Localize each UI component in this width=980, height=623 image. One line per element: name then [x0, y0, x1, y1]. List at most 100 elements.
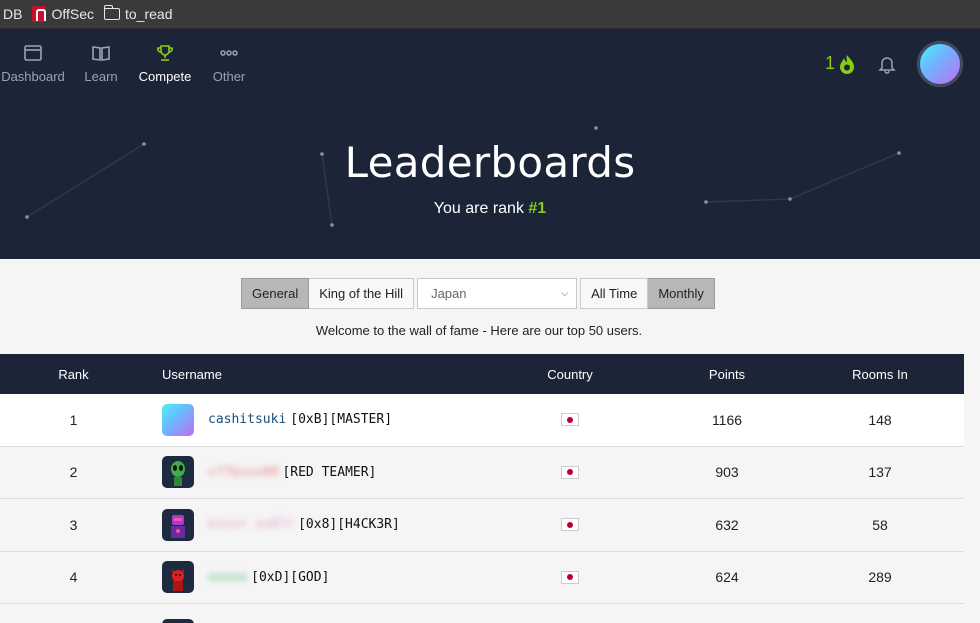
period-toggle: All Time Monthly [580, 278, 715, 309]
nav-label: Dashboard [1, 69, 65, 84]
streak-count: 1 [824, 53, 835, 73]
rank-value: #1 [528, 200, 547, 217]
username-text: cf7bxxx00 [208, 464, 279, 480]
header-rooms: Rooms In [852, 366, 908, 382]
alien-avatar-icon [171, 461, 185, 487]
username[interactable]: xxxxx [0xD][GOD] [208, 570, 329, 585]
japan-flag-icon [561, 570, 579, 584]
country-select-value: Japan [431, 286, 467, 301]
nav-label: Learn [84, 69, 118, 84]
row-country [482, 570, 658, 584]
row-rank: 4 [69, 569, 78, 586]
bookmark-db[interactable]: DB [3, 6, 22, 22]
table-row[interactable]: 4 xxxxx [0xD][GOD] 624 289 [0, 551, 964, 604]
row-user [147, 597, 482, 623]
table-row[interactable]: 3 kxxxr xx07r [0x8][H4CK3R] 632 58 [0, 499, 964, 552]
tab-general[interactable]: General [241, 278, 310, 309]
row-points: 632 [715, 516, 739, 533]
row-country [482, 518, 658, 532]
window-icon [24, 45, 42, 61]
bookmarks-bar: DB OffSec to_read [0, 0, 980, 29]
offsec-logo-icon [32, 6, 47, 22]
avatar[interactable] [162, 403, 194, 436]
bookmark-offsec[interactable]: OffSec [32, 6, 94, 22]
bookmark-to-read[interactable]: to_read [103, 5, 173, 22]
row-rooms: 137 [868, 464, 892, 481]
table-header: Rank Username Country Points Rooms In [0, 354, 964, 394]
top-navbar: Dashboard Learn Compete Other 1 [0, 29, 980, 98]
folder-icon [103, 5, 120, 20]
type-toggle: General King of the Hill [241, 278, 415, 309]
header-username: Username [162, 366, 222, 382]
leaderboard-filters: General King of the Hill Japan ⌵ All Tim… [241, 278, 715, 309]
japan-flag-icon [561, 413, 579, 427]
table-row-partial[interactable] [0, 604, 964, 623]
flame-icon [840, 54, 854, 74]
nav-right-group: 1 [825, 29, 962, 98]
user-tag: [0x8][H4CK3R] [298, 517, 400, 533]
user-tag: [RED TEAMER] [282, 464, 377, 480]
book-icon [92, 46, 110, 61]
user-avatar[interactable] [918, 41, 962, 86]
row-points: 903 [715, 464, 739, 481]
hero-banner: Leaderboards You are rank #1 [0, 98, 980, 259]
avatar[interactable] [162, 561, 194, 594]
nav-dashboard[interactable]: Dashboard [0, 29, 66, 98]
row-rooms: 58 [872, 516, 888, 533]
bell-icon[interactable] [878, 54, 896, 74]
nav-learn[interactable]: Learn [66, 29, 136, 98]
row-rooms: 148 [868, 411, 892, 428]
row-rank: 1 [69, 411, 78, 428]
row-points: 1166 [711, 411, 743, 428]
japan-flag-icon [561, 518, 579, 532]
username-text: kxxxr xx07r [208, 517, 295, 533]
rank-prefix: You are rank [433, 200, 529, 217]
dots-icon [220, 50, 238, 56]
tab-all-time[interactable]: All Time [580, 278, 649, 309]
devil-avatar-icon [172, 568, 184, 592]
country-select[interactable]: Japan ⌵ [417, 278, 578, 309]
table-row[interactable]: 1 cashitsuki [0xB][MASTER] 1166 148 [0, 394, 964, 447]
username[interactable]: cashitsuki [0xB][MASTER] [208, 412, 392, 427]
robot-avatar-icon [171, 514, 185, 538]
row-rank: 3 [69, 516, 78, 533]
welcome-text: Welcome to the wall of fame - Here are o… [315, 323, 643, 338]
table-row[interactable]: 2 cf7bxxx00 [RED TEAMER] 903 137 [0, 446, 964, 499]
avatar[interactable] [162, 456, 194, 489]
header-rank: Rank [58, 366, 89, 382]
username-text: xxxxx [208, 569, 248, 585]
chevron-down-icon: ⌵ [561, 288, 569, 298]
bookmark-label: to_read [125, 6, 173, 22]
bookmark-label: OffSec [51, 6, 94, 22]
row-user: cf7bxxx00 [RED TEAMER] [147, 456, 482, 489]
row-points: 624 [715, 569, 739, 586]
row-user: kxxxr xx07r [0x8][H4CK3R] [147, 508, 482, 541]
row-country [482, 465, 658, 479]
bookmark-label: DB [3, 6, 23, 22]
japan-flag-icon [561, 465, 579, 479]
username[interactable]: cf7bxxx00 [RED TEAMER] [208, 465, 376, 480]
header-country: Country [547, 366, 593, 382]
user-tag: [0xD][GOD] [251, 569, 330, 585]
row-rooms: 289 [868, 569, 892, 586]
nav-other[interactable]: Other [194, 29, 264, 98]
row-country [482, 413, 658, 427]
row-rank: 2 [69, 464, 78, 481]
username-text: cashitsuki [208, 412, 287, 428]
header-points: Points [708, 366, 746, 382]
nav-compete[interactable]: Compete [136, 29, 194, 98]
leaderboard-table: Rank Username Country Points Rooms In 1 … [0, 354, 964, 623]
row-user: cashitsuki [0xB][MASTER] [147, 403, 482, 436]
rank-subtitle: You are rank #1 [0, 200, 980, 218]
page-title: Leaderboards [344, 138, 636, 187]
user-tag: [0xB][MASTER] [290, 412, 393, 428]
streak-counter[interactable]: 1 [825, 53, 856, 74]
username[interactable]: kxxxr xx07r [0x8][H4CK3R] [208, 517, 400, 532]
avatar[interactable] [162, 508, 194, 541]
trophy-icon [157, 45, 173, 61]
tab-monthly[interactable]: Monthly [648, 278, 715, 309]
tab-king-of-the-hill[interactable]: King of the Hill [309, 278, 415, 309]
nav-label: Other [212, 69, 246, 84]
avatar[interactable] [162, 618, 194, 623]
row-user: xxxxx [0xD][GOD] [147, 561, 482, 594]
